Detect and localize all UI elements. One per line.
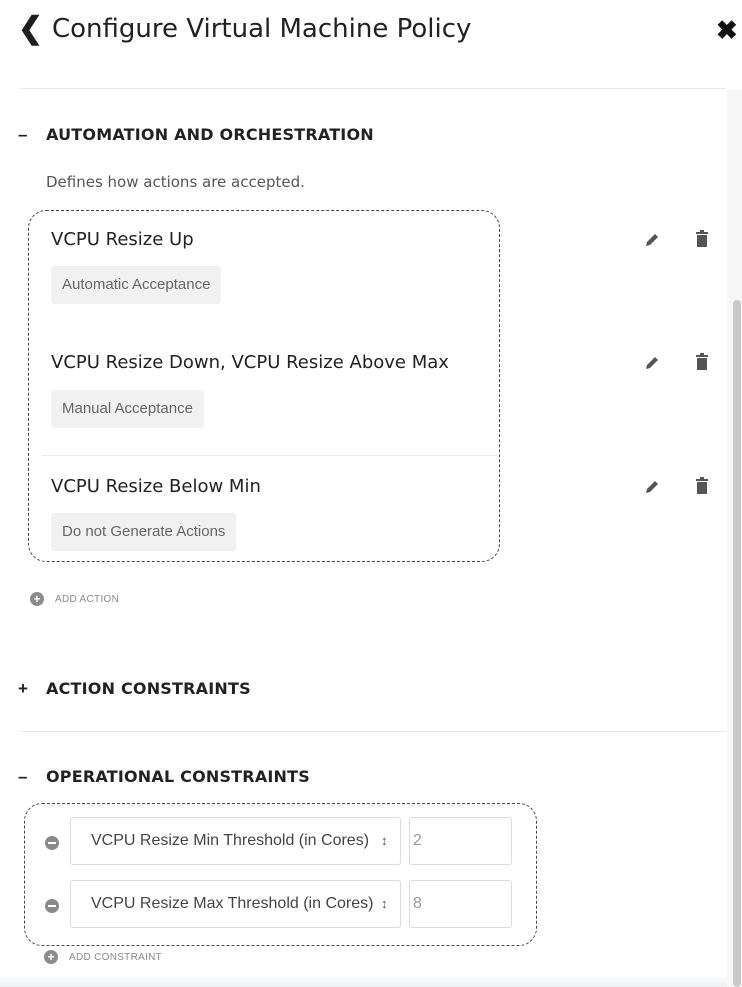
acceptance-badge-do-not-generate: Do not Generate Actions [51, 513, 237, 551]
section-title-action-constraints[interactable]: ACTION CONSTRAINTS [46, 679, 251, 699]
action-divider [42, 455, 498, 456]
select-value: VCPU Resize Max Threshold (in Cores) [91, 895, 374, 912]
acceptance-badge-automatic: Automatic Acceptance [51, 266, 222, 304]
collapse-toggle-operational[interactable]: – [18, 767, 27, 787]
input-value: 2 [413, 832, 422, 849]
add-constraint-label: ADD CONSTRAINT [69, 951, 163, 963]
remove-constraint-icon[interactable] [45, 899, 59, 913]
edit-pencil-icon[interactable] [642, 477, 662, 497]
expand-toggle-action-constraints[interactable]: + [18, 679, 28, 699]
action-title-resize-down: VCPU Resize Down, VCPU Resize Above Max [51, 352, 449, 373]
collapse-toggle-automation[interactable]: – [18, 125, 27, 145]
bottom-edge [0, 975, 727, 987]
select-caret-icon: ↕ [381, 896, 388, 911]
dialog-header: ❮ Configure Virtual Machine Policy ✖ [0, 0, 742, 60]
constraint-value-max[interactable]: 8 [409, 880, 512, 928]
input-value: 8 [413, 895, 422, 912]
acceptance-badge-manual: Manual Acceptance [51, 390, 204, 428]
add-constraint-link[interactable]: + ADD CONSTRAINT [44, 949, 162, 965]
constraint-value-min[interactable]: 2 [409, 817, 512, 865]
page-title: Configure Virtual Machine Policy [52, 14, 472, 44]
scrollbar-thumb[interactable] [733, 300, 741, 987]
close-icon[interactable]: ✖ [716, 16, 738, 44]
delete-trash-icon[interactable] [694, 477, 710, 495]
back-chevron-icon[interactable]: ❮ [18, 14, 43, 44]
section-title-operational[interactable]: OPERATIONAL CONSTRAINTS [46, 767, 310, 787]
add-circle-icon: + [44, 950, 58, 964]
divider [20, 88, 725, 89]
constraint-select-min[interactable]: VCPU Resize Min Threshold (in Cores) ↕ [70, 817, 401, 865]
action-title-below-min: VCPU Resize Below Min [51, 476, 261, 497]
delete-trash-icon[interactable] [694, 353, 710, 371]
select-value: VCPU Resize Min Threshold (in Cores) [91, 832, 370, 849]
section-title-automation[interactable]: AUTOMATION AND ORCHESTRATION [46, 125, 374, 145]
select-caret-icon: ↕ [381, 833, 388, 848]
edit-pencil-icon[interactable] [642, 353, 662, 373]
divider [20, 731, 725, 732]
action-title-resize-up: VCPU Resize Up [51, 229, 194, 250]
edit-pencil-icon[interactable] [642, 230, 662, 250]
add-circle-icon: + [30, 592, 44, 606]
section-description: Defines how actions are accepted. [46, 173, 305, 191]
add-action-link[interactable]: + ADD ACTION [30, 591, 119, 607]
add-action-label: ADD ACTION [55, 593, 120, 605]
actions-highlight-box [28, 210, 500, 562]
remove-constraint-icon[interactable] [45, 836, 59, 850]
constraint-select-max[interactable]: VCPU Resize Max Threshold (in Cores) ↕ [70, 880, 401, 928]
delete-trash-icon[interactable] [694, 230, 710, 248]
